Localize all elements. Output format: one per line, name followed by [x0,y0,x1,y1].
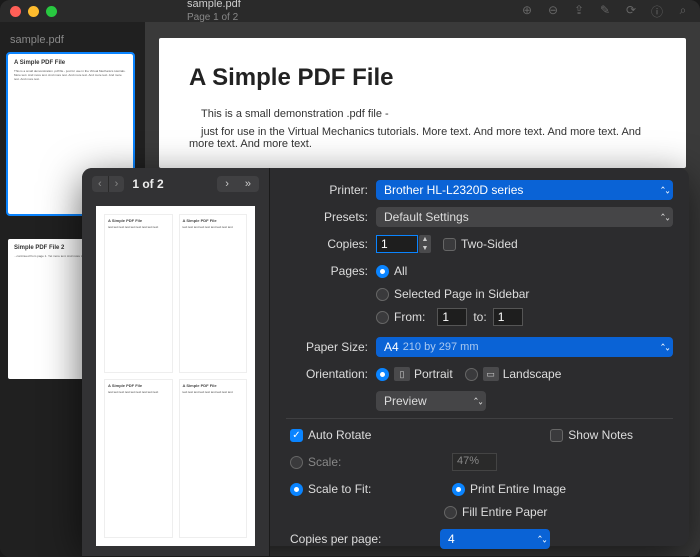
preview-zoom-segment[interactable]: ‹ › [92,176,124,192]
two-sided-checkbox[interactable] [443,238,456,251]
highlight-icon[interactable]: ✎ [598,3,612,20]
copies-stepper[interactable]: ▲▼ [419,235,431,253]
dialog-body: ‹ › 1 of 2 › » A Simple PDF Filetext tex… [82,168,689,556]
print-preview-sheet: A Simple PDF Filetext text text text tex… [96,206,255,546]
presets-select[interactable]: Default Settings [376,207,673,227]
copies-per-page-select[interactable]: 4 [440,529,550,549]
page-indicator: 1 of 2 [132,177,163,191]
preview-copy: A Simple PDF Filetext text text text tex… [179,379,248,538]
fill-entire-paper-radio[interactable] [444,506,457,519]
page-nav-segment: › » [217,176,259,192]
divider [286,418,673,419]
fullscreen-window-icon[interactable] [46,6,57,17]
portrait-icon: ▯ [394,367,410,381]
toolbar-icons: ⊕ ⊖ ⇪ ✎ ⟳ ⓘ ⌕ [520,3,690,20]
zoom-in-icon[interactable]: › [109,176,125,192]
two-sided-label: Two-Sided [461,237,518,251]
print-options-pane: Printer: Brother HL-L2320D series Preset… [270,168,689,556]
copies-per-page-label: Copies per page: [290,532,440,546]
preview-copy: A Simple PDF Filetext text text text tex… [179,214,248,373]
landscape-icon: ▭ [483,367,499,381]
preview-header: ‹ › 1 of 2 › » [82,168,269,200]
pages-to-label: to: [473,310,486,324]
preview-copy: A Simple PDF Filetext text text text tex… [104,214,173,373]
minimize-window-icon[interactable] [28,6,39,17]
scale-value: 47% [452,453,497,471]
rotate-icon[interactable]: ⟳ [624,3,638,20]
auto-rotate-checkbox[interactable] [290,429,303,442]
zoom-in-icon[interactable]: ⊕ [520,3,534,20]
print-entire-image-radio[interactable] [452,483,465,496]
scale-to-fit-radio[interactable] [290,483,303,496]
zoom-out-icon[interactable]: ⊖ [546,3,560,20]
printer-select[interactable]: Brother HL-L2320D series [376,180,673,200]
pages-label: Pages: [286,264,368,278]
pages-selected-radio[interactable] [376,288,389,301]
window-title-group: sample.pdf Page 1 of 2 [187,0,241,24]
printer-label: Printer: [286,183,368,197]
zoom-out-icon[interactable]: ‹ [92,176,109,192]
pages-from-radio[interactable] [376,311,389,324]
orientation-portrait-radio[interactable] [376,368,389,381]
paper-size-select[interactable]: A4210 by 297 mm [376,337,673,357]
pages-to-input[interactable] [493,308,523,326]
presets-label: Presets: [286,210,368,224]
scale-radio[interactable] [290,456,303,469]
traffic-lights [10,6,57,17]
pages-all-radio[interactable] [376,265,389,278]
preview-window: sample.pdf Page 1 of 2 ⊕ ⊖ ⇪ ✎ ⟳ ⓘ ⌕ sam… [0,0,700,557]
orientation-landscape-radio[interactable] [465,368,478,381]
sidebar-file-label: sample.pdf [10,34,135,46]
close-window-icon[interactable] [10,6,21,17]
pages-from-input[interactable] [437,308,467,326]
markup-icon[interactable]: ⓘ [650,3,664,20]
search-icon[interactable]: ⌕ [676,3,690,20]
copies-input[interactable] [376,235,418,253]
print-dialog: ‹ › 1 of 2 › » A Simple PDF Filetext tex… [82,168,689,546]
share-icon[interactable]: ⇪ [572,3,586,20]
document-page: A Simple PDF File This is a small demons… [159,38,686,168]
titlebar: sample.pdf Page 1 of 2 ⊕ ⊖ ⇪ ✎ ⟳ ⓘ ⌕ [0,0,700,22]
preview-copy: A Simple PDF Filetext text text text tex… [104,379,173,538]
last-page-icon[interactable]: » [237,176,259,192]
doc-paragraph: This is a small demonstration .pdf file … [189,108,656,120]
paper-size-label: Paper Size: [286,340,368,354]
print-preview-pane: ‹ › 1 of 2 › » A Simple PDF Filetext tex… [82,168,270,556]
window-title: sample.pdf [187,0,241,12]
next-page-icon[interactable]: › [217,176,237,192]
show-notes-checkbox[interactable] [550,429,563,442]
copies-label: Copies: [286,237,368,251]
doc-heading: A Simple PDF File [189,64,656,92]
doc-paragraph: just for use in the Virtual Mechanics tu… [189,126,656,150]
section-select[interactable]: Preview [376,391,486,411]
orientation-label: Orientation: [286,367,368,381]
